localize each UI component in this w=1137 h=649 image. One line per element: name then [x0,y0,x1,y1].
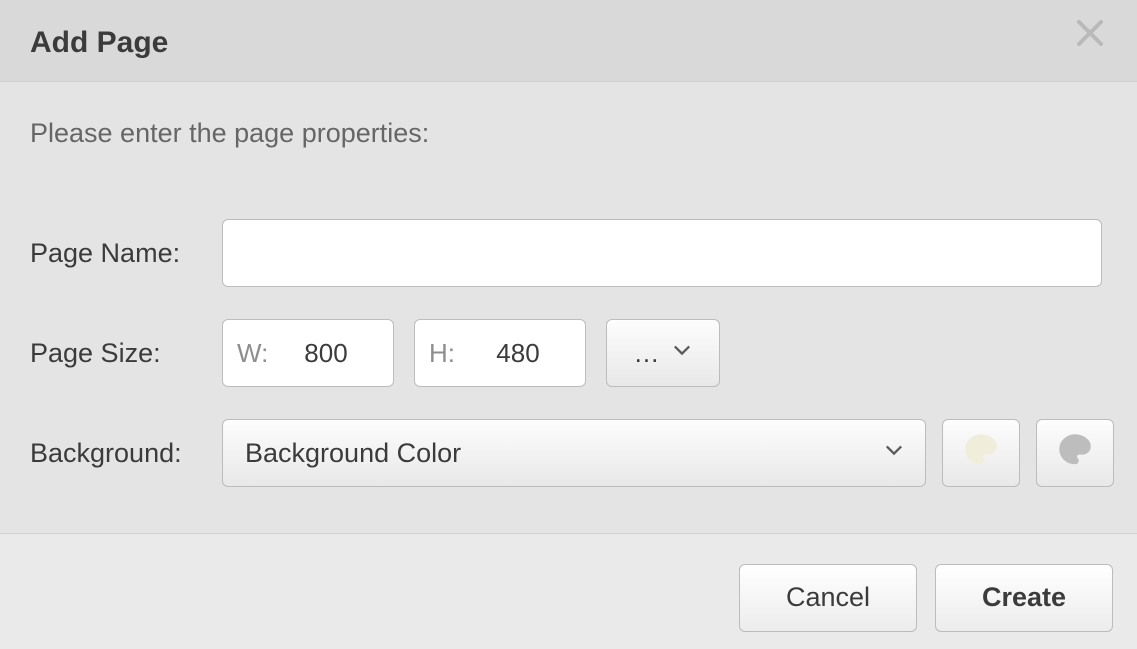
dialog-title: Add Page [30,26,168,60]
create-button-label: Create [982,582,1066,613]
height-input[interactable] [473,337,563,370]
label-page-size: Page Size: [30,338,222,369]
add-page-dialog: Add Page Please enter the page propertie… [0,0,1137,649]
dialog-body: Please enter the page properties: Page N… [0,82,1137,487]
width-field[interactable]: W: [222,319,394,387]
width-input[interactable] [281,337,371,370]
dialog-footer: Cancel Create [0,533,1137,649]
cancel-button-label: Cancel [786,582,870,613]
palette-icon [1057,432,1093,475]
width-prefix: W: [237,338,281,369]
size-preset-button[interactable]: ... [606,319,720,387]
label-page-name: Page Name: [30,238,222,269]
chevron-down-icon [885,444,903,462]
dialog-titlebar: Add Page [0,0,1137,82]
palette-icon [963,432,999,475]
cancel-button[interactable]: Cancel [739,564,917,632]
background-select[interactable]: Background Color [222,419,926,487]
row-page-size: Page Size: W: H: ... [30,319,1107,387]
height-field[interactable]: H: [414,319,586,387]
row-background: Background: Background Color [30,419,1107,487]
preset-label: ... [635,338,660,369]
page-name-input[interactable] [222,219,1102,287]
row-page-name: Page Name: [30,219,1107,287]
chevron-down-icon [673,344,691,362]
color-picker-dark-button[interactable] [1036,419,1114,487]
height-prefix: H: [429,338,473,369]
instruction-text: Please enter the page properties: [30,118,1107,149]
color-picker-light-button[interactable] [942,419,1020,487]
background-selected-label: Background Color [245,438,461,469]
label-background: Background: [30,438,222,469]
close-icon[interactable] [1073,16,1107,50]
create-button[interactable]: Create [935,564,1113,632]
